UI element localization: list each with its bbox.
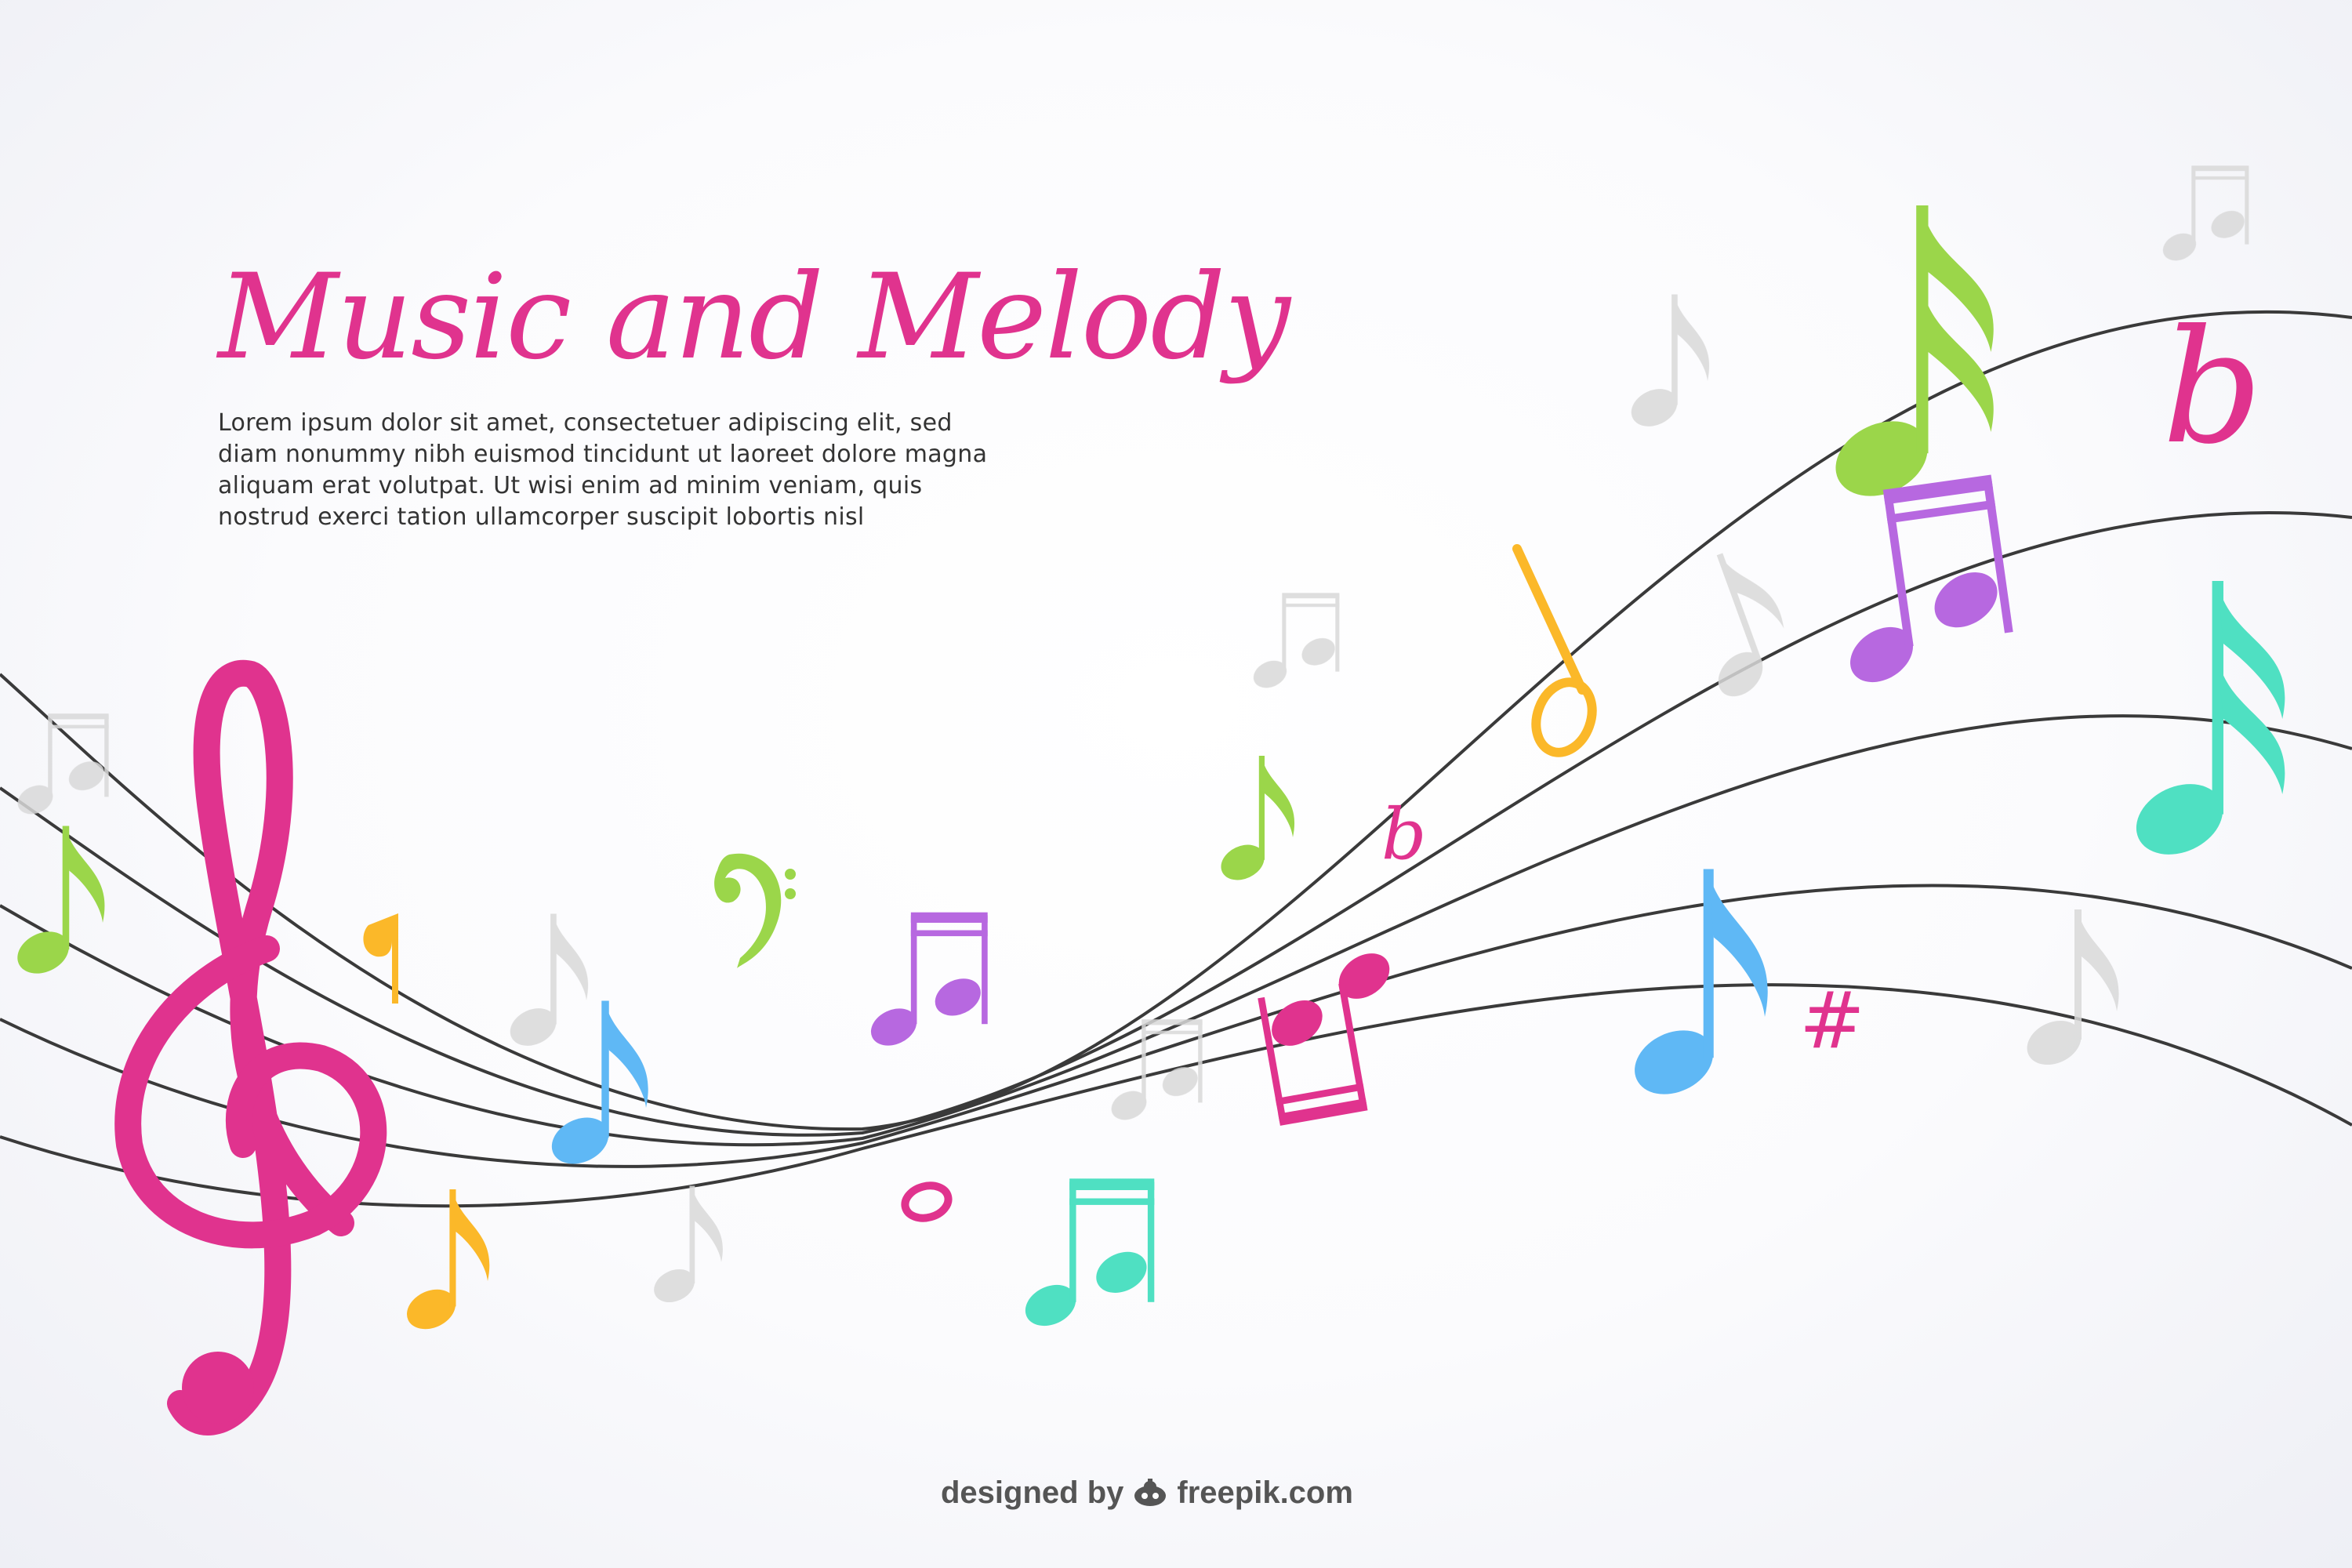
ghost-eighth-note-icon: [2020, 909, 2119, 1073]
ghost-eighth-note-icon: [1624, 294, 1710, 434]
ghost-beamed-note-icon: [2158, 165, 2249, 266]
whole-note-icon: [901, 1181, 953, 1222]
half-note-icon: [1512, 544, 1597, 757]
sharp-icon: #: [1799, 975, 1865, 1066]
staff-line: [0, 511, 2352, 1137]
flat-icon: b: [1381, 793, 1427, 876]
credit-line: designed by freepik.com: [941, 1474, 1353, 1512]
credit-brand: freepik.com: [1177, 1475, 1353, 1510]
treble-clef-icon: [114, 659, 387, 1436]
sixteenth-note-icon: [1823, 205, 1994, 510]
eighth-note-icon: [1215, 756, 1295, 887]
body-line: nostrud exerci tation ullamcorper suscip…: [218, 503, 865, 531]
flat-icon: b: [2162, 296, 2263, 479]
music-staff-illustration: [0, 165, 2352, 1436]
sixteenth-note-icon: [2125, 581, 2285, 869]
beamed-notes-icon: [865, 912, 988, 1053]
poster: b b # Music and Melody Lorem ipsum dolor…: [0, 0, 2352, 1568]
body-line: aliquam erat volutpat. Ut wisi enim ad m…: [218, 472, 923, 499]
ghost-eighth-note-icon: [648, 1185, 723, 1309]
rest-icon: [363, 913, 398, 1004]
eighth-note-icon: [10, 826, 105, 982]
ghost-eighth-note-icon: [503, 913, 589, 1053]
page-title: Music and Melody: [218, 249, 1290, 386]
body-line: Lorem ipsum dolor sit amet, consectetuer…: [218, 409, 953, 437]
credit-prefix: designed by: [941, 1475, 1124, 1510]
beamed-notes-icon: [1018, 1178, 1155, 1334]
freepik-logo-icon: [1134, 1479, 1167, 1506]
ghost-eighth-note-icon: [1670, 541, 1805, 711]
bass-clef-icon: [714, 853, 796, 968]
ghost-beamed-note-icon: [1249, 593, 1340, 693]
body-paragraph: Lorem ipsum dolor sit amet, consectetuer…: [218, 408, 1033, 533]
eighth-note-icon: [400, 1189, 490, 1337]
body-line: diam nonummy nibh euismod tincidunt ut l…: [218, 441, 988, 468]
